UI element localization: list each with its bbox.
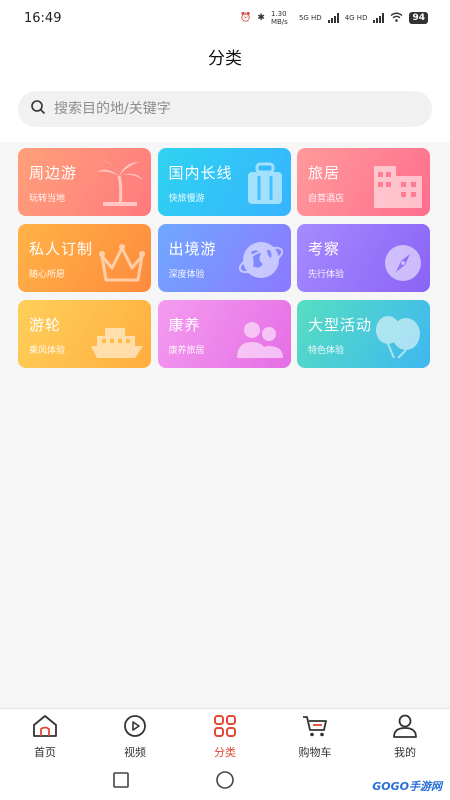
signal-icon-2 bbox=[373, 13, 385, 23]
category-title: 国内长线 bbox=[168, 164, 233, 182]
category-card-chujingyou[interactable]: 出境游 深度体验 bbox=[157, 224, 291, 292]
nav-label: 视频 bbox=[124, 745, 146, 759]
signal-icon bbox=[327, 13, 339, 23]
video-icon bbox=[123, 714, 147, 744]
category-card-lvju[interactable]: 旅居 自营酒店 bbox=[297, 148, 430, 216]
search-bar[interactable] bbox=[18, 91, 432, 127]
category-subtitle: 自营酒店 bbox=[308, 194, 345, 204]
watermark-logo: GOGO手游网 bbox=[372, 778, 442, 794]
battery-icon: 94 bbox=[409, 12, 428, 24]
category-title: 康养 bbox=[168, 316, 201, 334]
category-subtitle: 乘风体验 bbox=[29, 346, 66, 356]
alarm-icon: ⏰ bbox=[240, 13, 252, 23]
category-card-youlun[interactable]: 游轮 乘风体验 bbox=[18, 300, 151, 368]
network-speed: 1.30 MB/s bbox=[270, 10, 288, 26]
bottom-nav: 首页 视频 分类 购物车 我的 bbox=[0, 708, 450, 764]
category-subtitle: 深度体验 bbox=[168, 270, 205, 280]
category-subtitle: 先行体验 bbox=[308, 270, 345, 280]
category-card-zhoubianyou[interactable]: 周边游 玩转当地 bbox=[18, 148, 151, 216]
nav-item-cart[interactable]: 购物车 bbox=[275, 714, 355, 760]
status-icons: ⏰ ✱ 1.30 MB/s 5G HD 4G HD 94 bbox=[240, 10, 428, 26]
category-title: 私人订制 bbox=[29, 240, 94, 258]
bluetooth-icon: ✱ bbox=[257, 13, 265, 23]
cart-icon bbox=[302, 714, 328, 744]
net-label-1: 5G HD bbox=[298, 14, 322, 22]
search-input[interactable] bbox=[54, 101, 394, 117]
page-title: 分类 bbox=[208, 48, 242, 69]
nav-item-mine[interactable]: 我的 bbox=[365, 714, 445, 760]
category-title: 考察 bbox=[308, 240, 341, 258]
category-card-sirendingzhi[interactable]: 私人订制 随心所愿 bbox=[18, 224, 151, 292]
category-subtitle: 随心所愿 bbox=[29, 270, 66, 280]
status-bar: 16:49 ⏰ ✱ 1.30 MB/s 5G HD 4G HD 94 bbox=[0, 0, 450, 36]
nav-label: 购物车 bbox=[298, 745, 332, 759]
category-subtitle: 康养旅居 bbox=[168, 346, 205, 356]
category-icon bbox=[213, 714, 237, 744]
category-title: 大型活动 bbox=[308, 316, 373, 334]
category-title: 旅居 bbox=[308, 164, 341, 182]
recent-apps-button[interactable] bbox=[113, 772, 129, 792]
category-subtitle: 特色体验 bbox=[308, 346, 345, 356]
nav-label: 分类 bbox=[214, 745, 236, 759]
category-card-guoneichangxian[interactable]: 国内长线 快旅慢游 bbox=[157, 148, 291, 216]
category-subtitle: 玩转当地 bbox=[29, 194, 66, 204]
category-grid: 周边游 玩转当地 国内长线 快旅慢游 旅居 自营酒店 私人订制 随心所愿 出境游… bbox=[18, 148, 430, 368]
net-label-2: 4G HD bbox=[344, 14, 368, 22]
nav-label: 我的 bbox=[394, 745, 416, 759]
category-title: 出境游 bbox=[168, 240, 217, 258]
category-card-kaocha[interactable]: 考察 先行体验 bbox=[297, 224, 430, 292]
home-button[interactable] bbox=[215, 770, 235, 794]
nav-item-video[interactable]: 视频 bbox=[95, 714, 175, 760]
page-header: 分类 bbox=[0, 36, 450, 76]
category-card-daxinghuodong[interactable]: 大型活动 特色体验 bbox=[297, 300, 430, 368]
nav-label: 首页 bbox=[34, 745, 56, 759]
category-card-kangyang[interactable]: 康养 康养旅居 bbox=[157, 300, 291, 368]
watermark-text: GOGO手游网 bbox=[372, 780, 442, 793]
user-icon bbox=[392, 714, 418, 744]
nav-item-home[interactable]: 首页 bbox=[5, 714, 85, 760]
status-time: 16:49 bbox=[24, 10, 62, 26]
home-icon bbox=[32, 714, 58, 744]
nav-item-category[interactable]: 分类 bbox=[185, 714, 265, 760]
search-icon bbox=[30, 99, 46, 119]
category-title: 游轮 bbox=[29, 316, 62, 334]
wifi-icon bbox=[390, 12, 403, 25]
category-subtitle: 快旅慢游 bbox=[168, 194, 205, 204]
category-title: 周边游 bbox=[29, 164, 78, 182]
